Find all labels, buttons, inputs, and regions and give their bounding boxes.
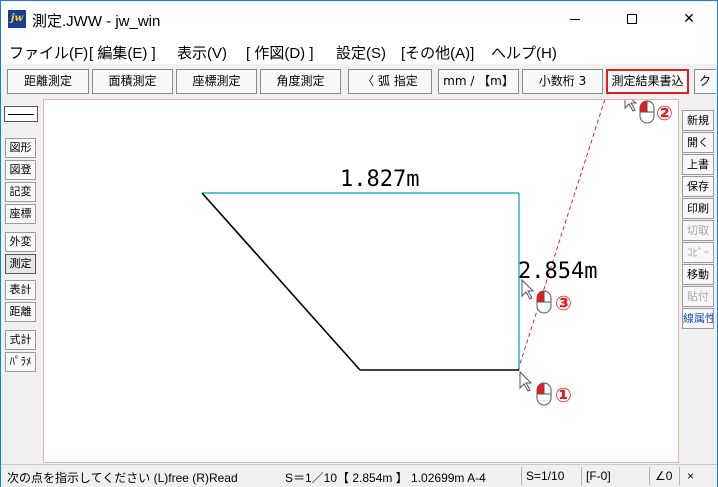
area-measure-button[interactable]: 面積測定 [92, 69, 173, 94]
paste-button[interactable]: 貼付 [682, 286, 714, 307]
status-divider [521, 467, 522, 485]
measure-toolbar: 距離測定 面積測定 座標測定 角度測定 〈 弧 指定 mm / 【m】 小数桁 … [1, 64, 717, 98]
drawing-canvas[interactable]: 1.827m 2.854m ③ ① ② [43, 99, 679, 463]
distance-measure-button[interactable]: 距離測定 [7, 69, 89, 94]
right-dimension-text: 2.854m [518, 259, 597, 284]
right-tool-panel: 新規 開く 上書 保存 印刷 切取 ｺﾋﾟｰ 移動 貼付 線属性 [680, 98, 717, 463]
write-result-button[interactable]: 測定結果書込 [606, 69, 689, 94]
minimize-icon [570, 18, 580, 20]
copy-button[interactable]: ｺﾋﾟｰ [682, 242, 714, 263]
line-attribute-button[interactable]: 線属性 [682, 308, 714, 329]
menu-settings[interactable]: 設定(S) [336, 42, 386, 63]
tool-figure-register[interactable]: 図登 [5, 160, 36, 180]
save-button[interactable]: 保存 [682, 176, 714, 197]
drawing-svg: 1.827m 2.854m ③ ① ② [201, 100, 673, 407]
step-marker-1: ① [555, 383, 572, 407]
status-divider [649, 467, 650, 485]
close-button[interactable]: ✕ [665, 1, 713, 38]
unit-toggle-button[interactable]: mm / 【m】 [438, 69, 519, 94]
angle-measure-button[interactable]: 角度測定 [260, 69, 341, 94]
left-tool-panel: 図形 図登 記変 座標 外変 測定 表計 距離 式計 ﾊﾟﾗﾒ [1, 98, 41, 463]
tool-measure[interactable]: 測定 [5, 254, 36, 274]
mouse-click-icon [639, 100, 655, 124]
menu-file[interactable]: ファイル(F) [9, 42, 88, 63]
close-icon: ✕ [683, 11, 695, 27]
title-bar: jw 測定.JWW - jw_win ✕ [1, 1, 717, 38]
menu-draw[interactable]: [ 作図(D) ] [246, 42, 314, 63]
jw-app-icon: jw [8, 10, 26, 28]
step-marker-3: ③ [555, 291, 572, 315]
line-type-sample[interactable] [4, 106, 38, 122]
status-scale-info: S＝1／10【 2.854m 】 1.02699m A-4 [285, 471, 486, 485]
window-title: 測定.JWW - jw_win [32, 13, 161, 30]
print-button[interactable]: 印刷 [682, 198, 714, 219]
menu-help[interactable]: ヘルプ(H) [491, 42, 557, 63]
cut-button[interactable]: 切取 [682, 220, 714, 241]
tool-distance[interactable]: 距離 [5, 302, 36, 322]
tool-external-change[interactable]: 外変 [5, 232, 36, 252]
maximize-icon [627, 14, 637, 24]
status-layer[interactable]: [F-0] [586, 469, 611, 483]
toolbar-overflow-button[interactable]: ク [694, 69, 716, 94]
tool-parameter[interactable]: ﾊﾟﾗﾒ [5, 352, 36, 372]
menu-bar: ファイル(F) [ 編集(E) ] 表示(V) [ 作図(D) ] 設定(S) … [1, 38, 717, 64]
coordinate-measure-button[interactable]: 座標測定 [176, 69, 257, 94]
tool-formula-calc[interactable]: 式計 [5, 330, 36, 350]
step-marker-2: ② [656, 101, 673, 125]
overwrite-button[interactable]: 上書 [682, 154, 714, 175]
new-file-button[interactable]: 新規 [682, 110, 714, 131]
top-dimension-text: 1.827m [340, 167, 419, 192]
maximize-button[interactable] [608, 1, 656, 38]
open-file-button[interactable]: 開く [682, 132, 714, 153]
mouse-click-icon [536, 290, 552, 314]
app-window: jw 測定.JWW - jw_win ✕ ファイル(F) [ 編集(E) ] 表… [0, 0, 718, 487]
status-bar: 次の点を指示してください (L)free (R)Read S＝1／10【 2.8… [1, 464, 717, 487]
status-message: 次の点を指示してください (L)free (R)Read [7, 471, 238, 485]
status-divider [679, 467, 680, 485]
cursor-guide-line [517, 100, 606, 371]
decimal-places-button[interactable]: 小数桁 3 [522, 69, 603, 94]
tool-coordinate[interactable]: 座標 [5, 204, 36, 224]
menu-view[interactable]: 表示(V) [177, 42, 227, 63]
menu-edit[interactable]: [ 編集(E) ] [89, 42, 156, 63]
status-zoom[interactable]: × [687, 469, 694, 483]
cursor-arrow-icon [519, 370, 533, 392]
mouse-click-icon [536, 382, 552, 406]
arc-specify-button[interactable]: 〈 弧 指定 [348, 69, 432, 94]
move-button[interactable]: 移動 [682, 264, 714, 285]
tool-figure[interactable]: 図形 [5, 138, 36, 158]
tool-table-calc[interactable]: 表計 [5, 280, 36, 300]
menu-other[interactable]: [その他(A)] [401, 42, 474, 63]
slanted-edge-line[interactable] [201, 192, 361, 371]
status-scale[interactable]: S=1/10 [526, 469, 564, 483]
cursor-arrow-icon [624, 100, 638, 112]
minimize-button[interactable] [551, 1, 599, 38]
status-angle[interactable]: ∠0 [655, 469, 672, 483]
status-divider [581, 467, 582, 485]
tool-symbol-change[interactable]: 記変 [5, 182, 36, 202]
